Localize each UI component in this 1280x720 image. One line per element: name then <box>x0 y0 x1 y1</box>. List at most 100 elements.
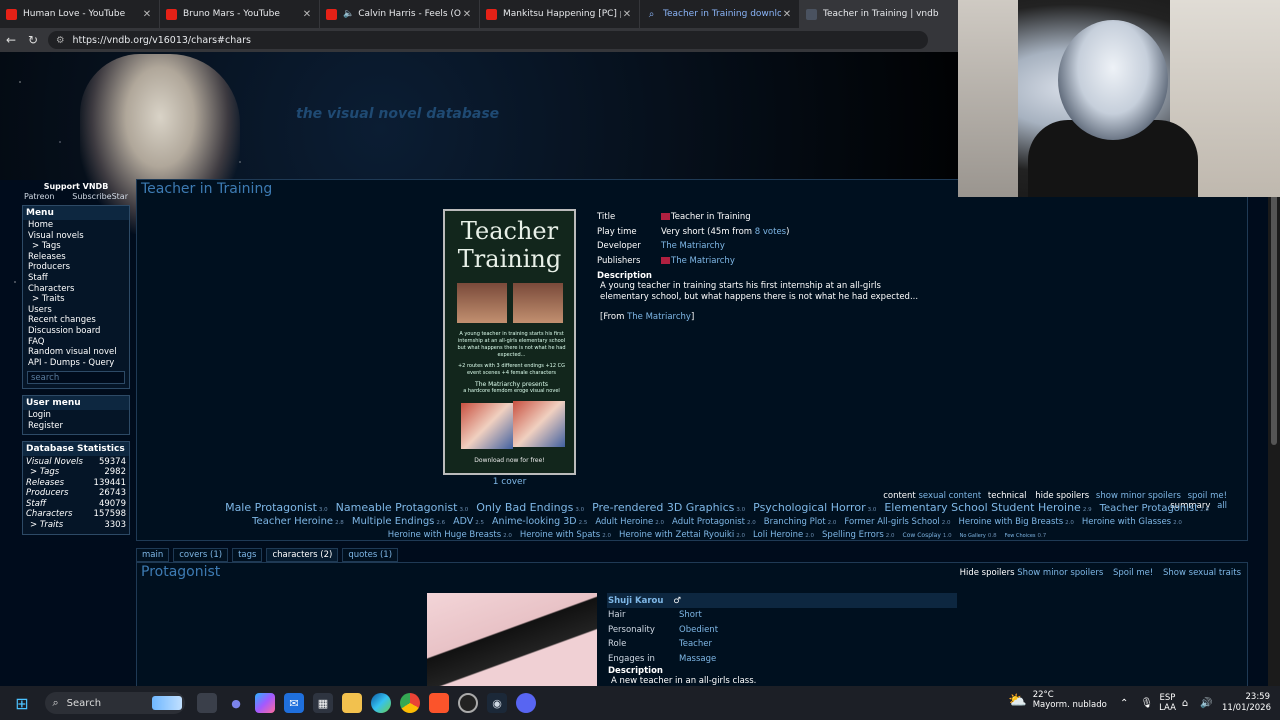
menu-item[interactable]: Producers <box>23 262 129 273</box>
stats-label[interactable]: Characters <box>26 509 72 520</box>
page-tab[interactable]: tags <box>232 548 263 562</box>
clock[interactable]: 23:59 11/01/2026 <box>1222 692 1271 714</box>
subscribestar-link[interactable]: SubscribeStar <box>72 192 128 201</box>
browser-tab[interactable]: 🔈 Calvin Harris - Feels (Official V✕ <box>320 0 480 28</box>
stats-label[interactable]: > Traits <box>26 520 63 531</box>
close-icon[interactable]: ✕ <box>141 9 153 20</box>
tag-link[interactable]: Heroine with Big Breasts <box>959 517 1064 527</box>
menu-item[interactable]: FAQ <box>23 337 129 348</box>
tag-link[interactable]: Anime-looking 3D <box>492 516 577 527</box>
menu-item[interactable]: Random visual novel <box>23 347 129 358</box>
close-icon[interactable]: ✕ <box>781 9 793 20</box>
tag-link[interactable]: Psychological Horror <box>753 501 865 514</box>
page-tab[interactable]: quotes (1) <box>342 548 399 562</box>
page-tab[interactable]: characters (2) <box>266 548 339 562</box>
covers-link[interactable]: 1 cover <box>443 477 576 487</box>
tag-hide-spoilers[interactable]: hide spoilers <box>1035 491 1089 501</box>
browser-tab[interactable]: Mankitsu Happening [PC] part 1 -✕ <box>480 0 640 28</box>
browser-tab-active[interactable]: Teacher in Training | vndb <box>800 0 960 28</box>
menu-item[interactable]: > Traits <box>23 294 129 305</box>
tag-link[interactable]: Heroine with Spats <box>520 530 600 540</box>
file-explorer-icon[interactable] <box>342 693 362 713</box>
teams-icon[interactable]: ● <box>226 693 246 713</box>
tag-link[interactable]: Spelling Errors <box>822 530 884 540</box>
tag-link[interactable]: Pre-rendered 3D Graphics <box>592 501 734 514</box>
menu-item[interactable]: Recent changes <box>23 315 129 326</box>
menu-item[interactable]: Discussion board <box>23 326 129 337</box>
show-sexual-traits[interactable]: Show sexual traits <box>1163 568 1241 578</box>
tag-minor-spoilers[interactable]: show minor spoilers <box>1096 491 1181 501</box>
windows-start-icon[interactable]: ⊞ <box>12 693 32 713</box>
source-link[interactable]: The Matriarchy <box>627 312 691 322</box>
tag-link[interactable]: Elementary School Student Heroine <box>884 501 1080 514</box>
tag-filter-sexual[interactable]: sexual content <box>918 491 981 501</box>
votes-link[interactable]: 8 votes <box>755 227 786 237</box>
close-icon[interactable]: ✕ <box>621 9 633 20</box>
tag-filter-content[interactable]: content <box>883 491 916 501</box>
tag-link[interactable]: Former All-girls School <box>844 517 939 527</box>
trait-link[interactable]: Short <box>679 610 702 620</box>
menu-item[interactable]: Users <box>23 305 129 316</box>
search-input[interactable]: search <box>27 371 125 385</box>
spoil-me[interactable]: Spoil me! <box>1113 568 1153 578</box>
copilot-icon[interactable] <box>255 693 275 713</box>
tag-link[interactable]: Few Choices <box>1005 533 1036 539</box>
tag-link[interactable]: Teacher Protagonist <box>1100 503 1199 514</box>
taskbar-search[interactable]: ⌕ Search <box>44 692 185 714</box>
trait-link[interactable]: Obedient <box>679 625 718 635</box>
stats-label[interactable]: Releases <box>26 478 64 489</box>
trait-link[interactable]: Teacher <box>679 639 712 649</box>
browser-tab[interactable]: Human Love - YouTube ✕ <box>0 0 160 28</box>
tag-link[interactable]: ADV <box>453 516 473 527</box>
show-minor-spoilers[interactable]: Show minor spoilers <box>1017 568 1103 578</box>
tag-filter-technical[interactable]: technical <box>988 491 1027 501</box>
speaker-icon[interactable]: 🔈 <box>343 9 354 19</box>
obs-icon[interactable] <box>458 693 478 713</box>
menu-item[interactable]: Staff <box>23 273 129 284</box>
patreon-link[interactable]: Patreon <box>24 192 55 201</box>
hide-spoilers[interactable]: Hide spoilers <box>960 568 1015 578</box>
stats-label[interactable]: Staff <box>26 499 46 510</box>
tag-link[interactable]: No Gallery <box>960 533 986 539</box>
browser-tab[interactable]: ⌕ Teacher in Training download visu✕ <box>640 0 800 28</box>
tag-link[interactable]: Branching Plot <box>764 517 826 527</box>
trait-link[interactable]: Massage <box>679 654 716 664</box>
site-info-icon[interactable]: ⚙ <box>56 35 65 46</box>
publisher-link[interactable]: The Matriarchy <box>671 256 735 266</box>
tag-link[interactable]: Heroine with Glasses <box>1082 517 1171 527</box>
register-link[interactable]: Register <box>23 421 129 432</box>
tag-link[interactable]: Adult Protagonist <box>672 517 745 527</box>
brave-icon[interactable] <box>429 693 449 713</box>
close-icon[interactable]: ✕ <box>461 9 473 20</box>
vn-cover-image[interactable]: Teacher Training A young teacher in train… <box>443 209 576 475</box>
stats-label[interactable]: Producers <box>26 488 68 499</box>
menu-item[interactable]: > Tags <box>23 241 129 252</box>
character-name[interactable]: Shuji Karou <box>608 596 663 606</box>
edge-icon[interactable] <box>371 693 391 713</box>
page-tab[interactable]: main <box>136 548 170 562</box>
menu-item[interactable]: Characters <box>23 284 129 295</box>
tag-link[interactable]: Adult Heroine <box>595 517 653 527</box>
login-link[interactable]: Login <box>23 410 129 421</box>
weather-widget[interactable]: ⛅ 22°C Mayorm. nublado <box>1008 690 1107 710</box>
chrome-icon[interactable] <box>400 693 420 713</box>
steam-icon[interactable]: ◉ <box>487 693 507 713</box>
store-icon[interactable]: ▦ <box>313 693 333 713</box>
task-view-icon[interactable] <box>197 693 217 713</box>
microphone-icon[interactable]: 🎙 <box>1140 698 1153 709</box>
site-title[interactable]: the visual novel database <box>296 106 499 122</box>
tag-link[interactable]: Multiple Endings <box>352 516 435 527</box>
menu-item[interactable]: API - Dumps - Query <box>23 358 129 369</box>
mail-icon[interactable]: ✉ <box>284 693 304 713</box>
menu-item[interactable]: Visual novels <box>23 231 129 242</box>
browser-tab[interactable]: Bruno Mars - YouTube ✕ <box>160 0 320 28</box>
tag-link[interactable]: Heroine with Zettai Ryouiki <box>619 530 734 540</box>
menu-item[interactable]: Releases <box>23 252 129 263</box>
stats-label[interactable]: Visual Novels <box>26 457 83 468</box>
tag-link[interactable]: Heroine with Huge Breasts <box>388 530 501 540</box>
tag-link[interactable]: Only Bad Endings <box>476 501 573 514</box>
back-arrow-icon[interactable]: ← <box>0 33 22 47</box>
language-indicator[interactable]: ESP LAA <box>1159 693 1176 713</box>
reload-icon[interactable]: ↻ <box>22 33 44 47</box>
tag-spoil-me[interactable]: spoil me! <box>1188 491 1227 501</box>
